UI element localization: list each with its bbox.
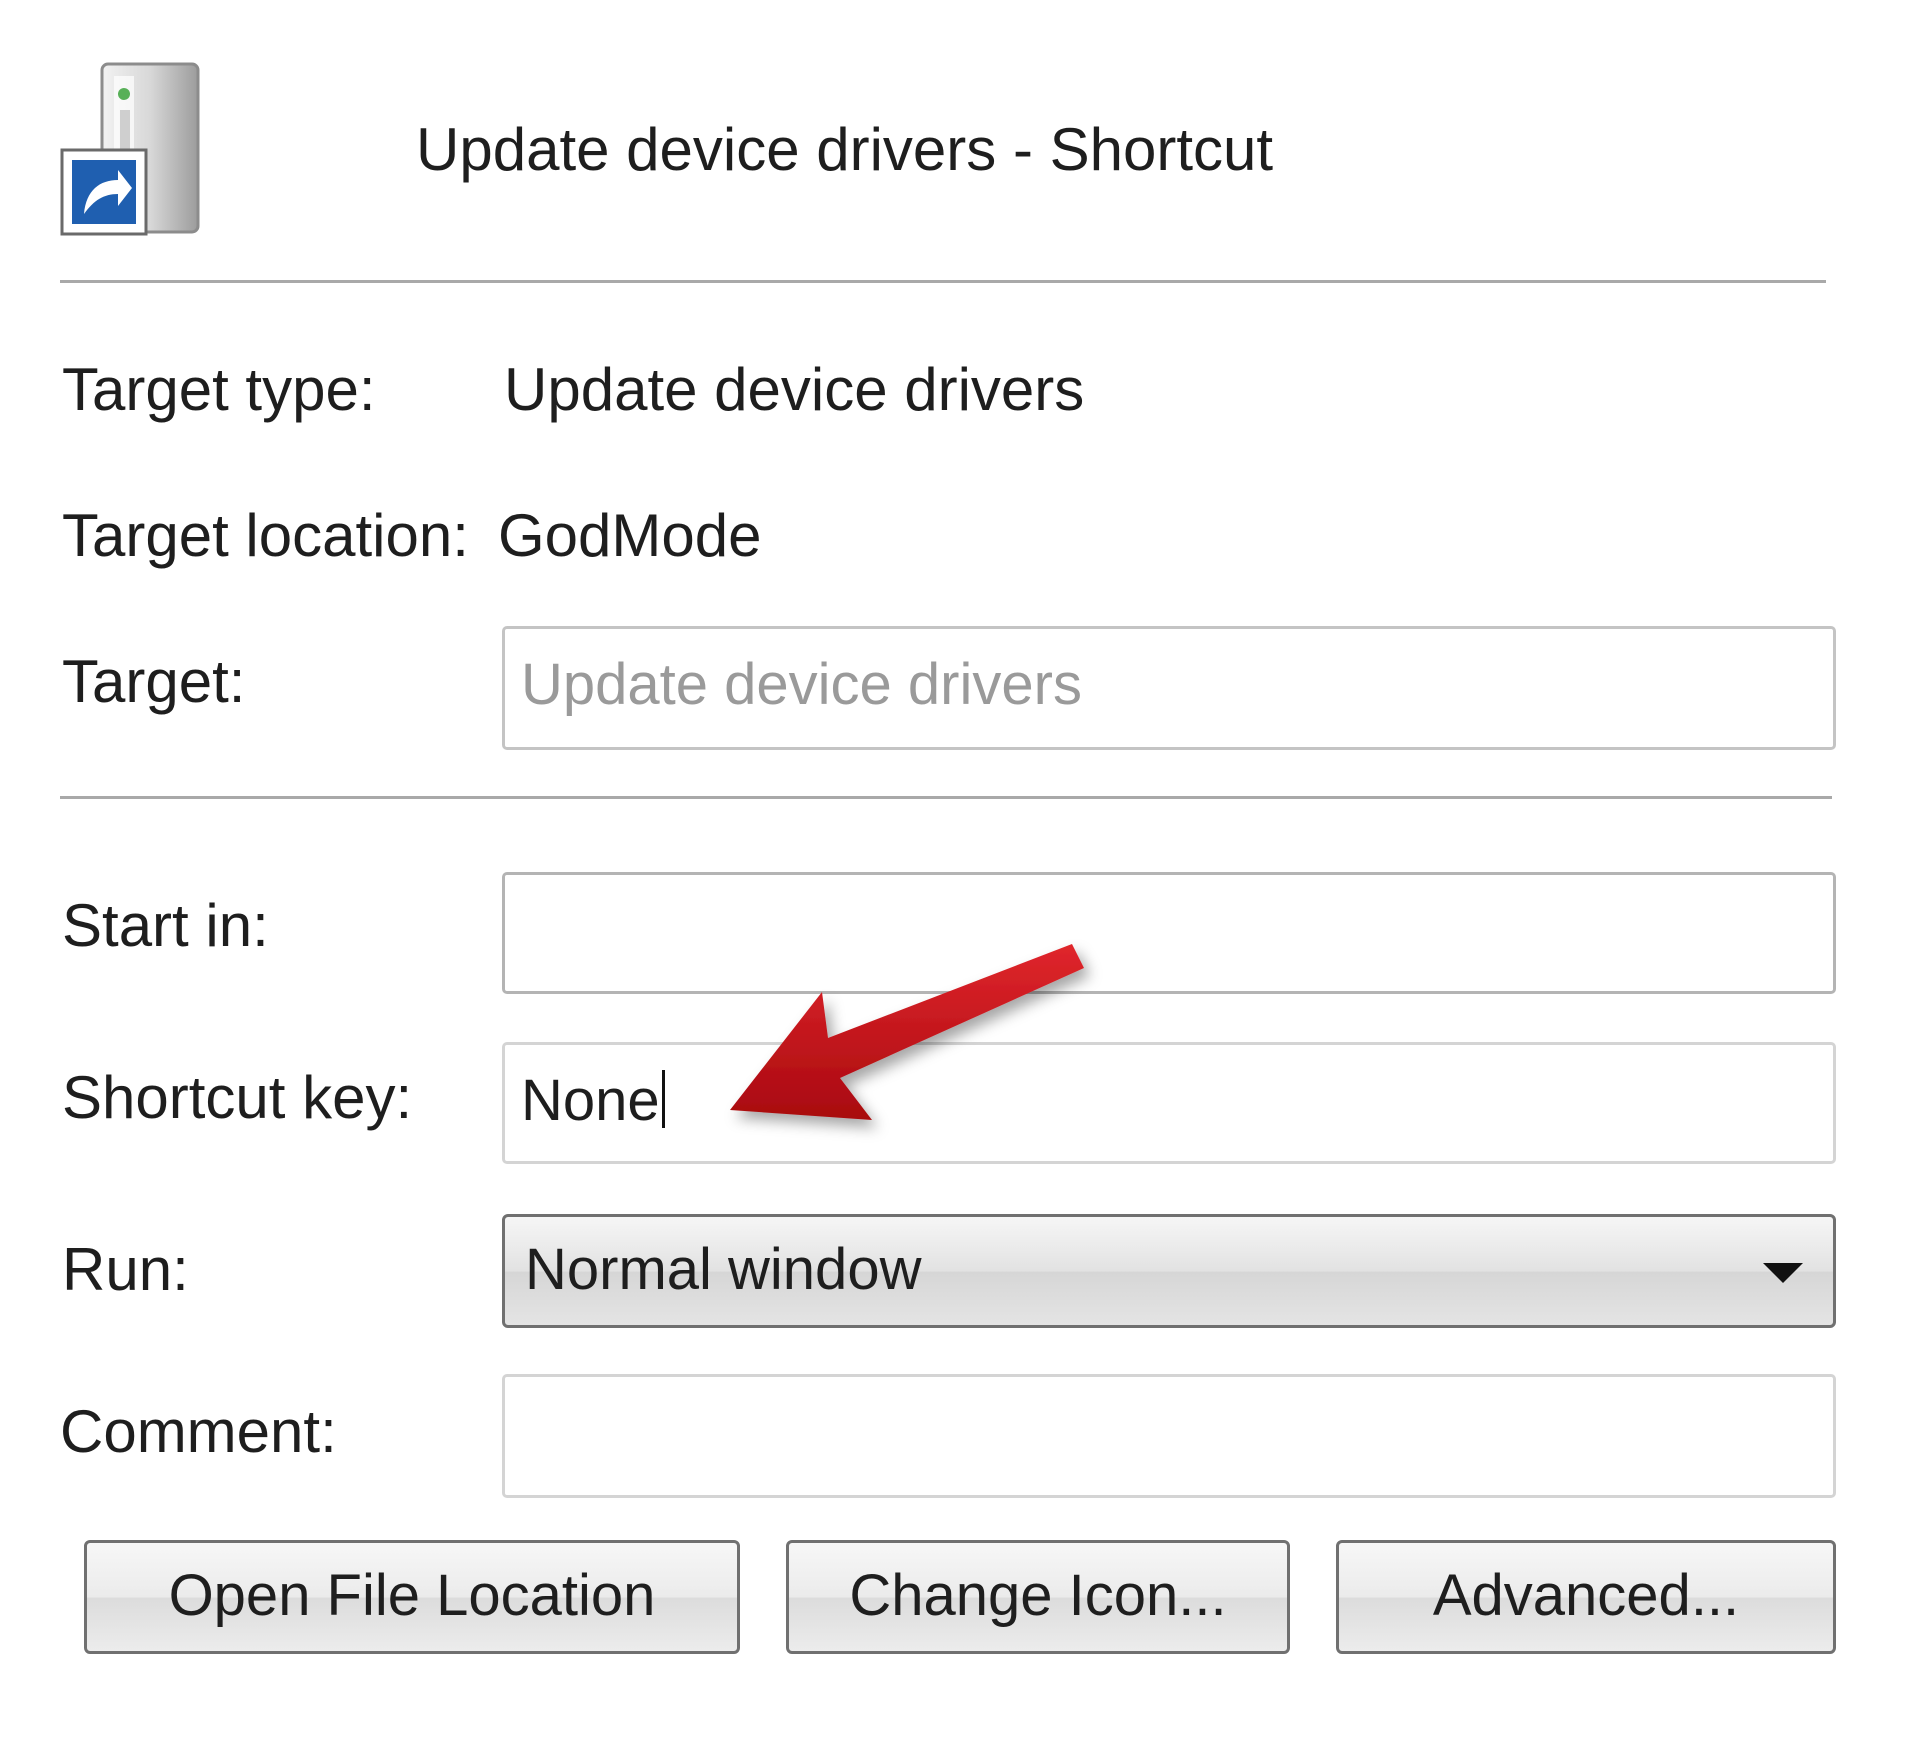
- run-dropdown[interactable]: Normal window: [502, 1214, 1836, 1328]
- window-title: Update device drivers - Shortcut: [416, 116, 1274, 183]
- comment-label: Comment:: [60, 1398, 337, 1465]
- red-arrow-icon: [700, 930, 1120, 1170]
- open-file-location-button[interactable]: Open File Location: [84, 1540, 740, 1654]
- target-location-label: Target location:: [62, 502, 469, 569]
- run-label: Run:: [62, 1236, 189, 1303]
- target-type-value: Update device drivers: [504, 356, 1085, 423]
- chevron-down-icon: [1763, 1263, 1803, 1283]
- separator: [60, 280, 1826, 285]
- separator: [60, 796, 1832, 801]
- comment-field[interactable]: [502, 1374, 1836, 1498]
- target-type-label: Target type:: [62, 356, 376, 423]
- start-in-label: Start in:: [62, 892, 269, 959]
- advanced-button[interactable]: Advanced...: [1336, 1540, 1836, 1654]
- target-field[interactable]: Update device drivers: [502, 626, 1836, 750]
- change-icon-button[interactable]: Change Icon...: [786, 1540, 1290, 1654]
- text-caret: [661, 1070, 665, 1128]
- run-selected-value: Normal window: [525, 1237, 922, 1302]
- target-label: Target:: [62, 648, 246, 715]
- target-location-value: GodMode: [498, 502, 762, 569]
- shortcut-key-label: Shortcut key:: [62, 1064, 413, 1131]
- shortcut-app-icon: [60, 58, 240, 242]
- shortcut-key-value: None: [521, 1068, 660, 1133]
